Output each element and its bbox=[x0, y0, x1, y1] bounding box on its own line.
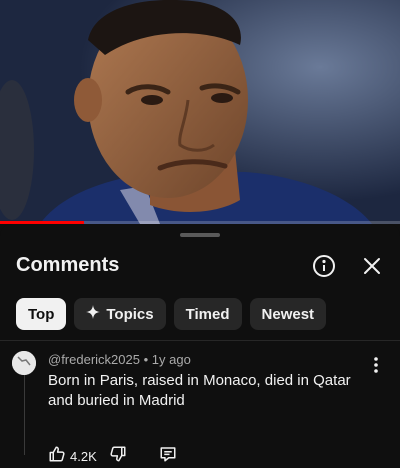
comment-age: 1y ago bbox=[151, 352, 191, 367]
more-vertical-icon[interactable] bbox=[368, 353, 384, 377]
comments-panel: Comments Top Topics Timed Newest @freder… bbox=[0, 224, 400, 464]
panel-title: Comments bbox=[16, 254, 120, 276]
dislike-button[interactable] bbox=[109, 445, 127, 468]
comment-item: @frederick2025 • 1y ago Born in Paris, r… bbox=[0, 341, 400, 464]
chip-top-label: Top bbox=[28, 305, 55, 323]
reply-button[interactable] bbox=[159, 445, 177, 468]
avatar[interactable] bbox=[12, 351, 36, 375]
sparkle-icon bbox=[86, 305, 101, 323]
comment-actions: 4.2K bbox=[48, 445, 177, 467]
video-frame bbox=[0, 0, 400, 224]
comment-text: Born in Paris, raised in Monaco, died in… bbox=[48, 372, 351, 409]
close-icon[interactable] bbox=[358, 252, 386, 280]
thumbs-up-icon bbox=[48, 445, 66, 468]
thumbs-down-icon bbox=[109, 445, 127, 468]
thread-line bbox=[24, 373, 25, 455]
like-button[interactable]: 4.2K bbox=[48, 445, 97, 468]
chip-top[interactable]: Top bbox=[16, 298, 67, 330]
chip-timed-label: Timed bbox=[185, 305, 230, 323]
comment-author[interactable]: @frederick2025 bbox=[48, 352, 140, 367]
reply-icon bbox=[159, 445, 177, 468]
filter-chips: Top Topics Timed Newest bbox=[16, 298, 327, 330]
comment-meta: @frederick2025 • 1y ago bbox=[48, 352, 191, 367]
chip-timed[interactable]: Timed bbox=[173, 298, 242, 330]
like-count: 4.2K bbox=[70, 448, 97, 464]
meta-separator: • bbox=[143, 352, 149, 367]
chip-newest[interactable]: Newest bbox=[249, 298, 327, 330]
video-player[interactable] bbox=[0, 0, 400, 224]
info-circle-icon[interactable] bbox=[310, 252, 338, 280]
chip-topics[interactable]: Topics bbox=[74, 298, 166, 330]
drag-handle[interactable] bbox=[180, 233, 220, 237]
chip-topics-label: Topics bbox=[106, 305, 154, 323]
chip-newest-label: Newest bbox=[261, 305, 315, 323]
